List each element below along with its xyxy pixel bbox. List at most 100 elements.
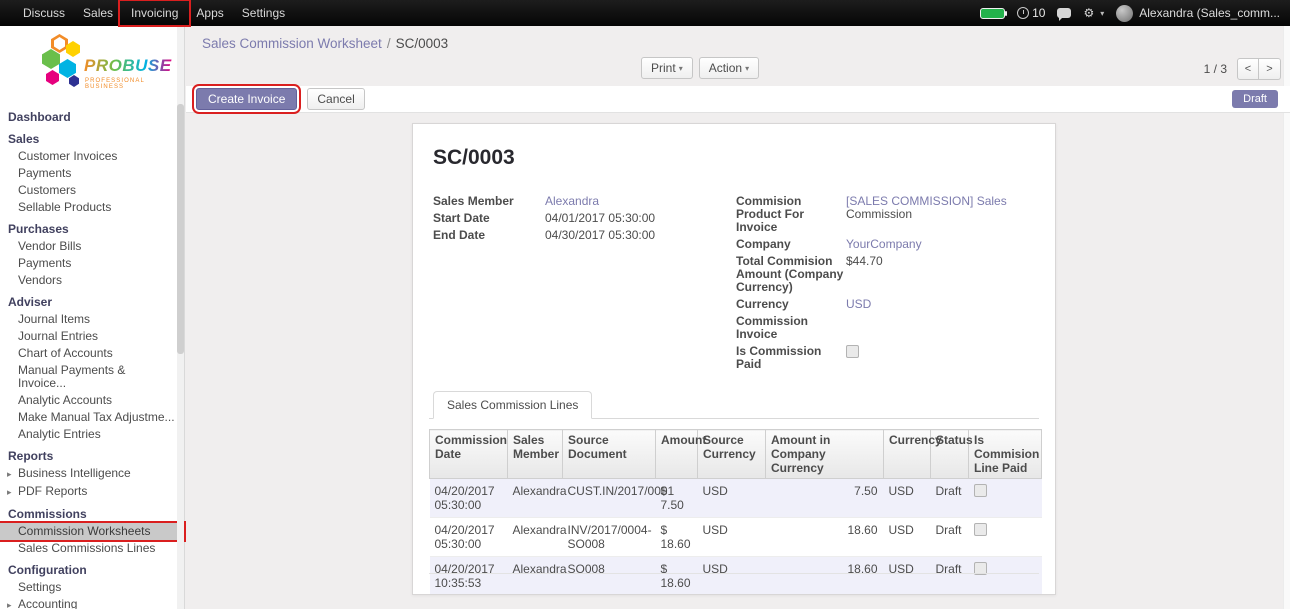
main-content: Sales Commission Worksheet/SC/0003 Print… [186, 26, 1290, 609]
column-header-is-commission-line-paid[interactable]: Is Commision Line Paid [969, 430, 1042, 479]
scrollbar-thumb[interactable] [177, 104, 184, 354]
status-badge: Draft [1232, 90, 1278, 108]
sidebar-section-adviser[interactable]: Adviser [0, 294, 184, 311]
sheet-divider [429, 573, 1039, 574]
tab-sales-commission-lines[interactable]: Sales Commission Lines [433, 391, 592, 419]
sidebar-section-commissions[interactable]: Commissions [0, 506, 184, 523]
pager: 1 / 3 < > [1204, 58, 1281, 80]
cancel-button[interactable]: Cancel [307, 88, 364, 110]
breadcrumb: Sales Commission Worksheet/SC/0003 [202, 36, 448, 51]
cell-amount: $ 18.60 [656, 518, 698, 557]
cell-status: Draft [931, 479, 969, 518]
sidebar-item-analytic-accounts[interactable]: Analytic Accounts [0, 392, 184, 409]
is-commission-paid-label: Is Commission Paid [736, 344, 846, 371]
cell-amount-company: 18.60 [766, 557, 884, 596]
action-button[interactable]: Action ▾ [699, 57, 759, 79]
record-title: SC/0003 [433, 146, 1039, 170]
column-header-status[interactable]: Status [931, 430, 969, 479]
logo-subtitle: PROFESSIONAL BUSINESS [85, 78, 184, 90]
column-header-sales-member[interactable]: Sales Member [508, 430, 563, 479]
cell-sales-member: Alexandra [508, 479, 563, 518]
sidebar-item-sales-commissions-lines[interactable]: Sales Commissions Lines [0, 540, 184, 557]
activity-menu[interactable]: 10 [1017, 6, 1045, 20]
commission-product-link[interactable]: [SALES COMMISSION] Sales [846, 194, 1007, 208]
sidebar-item-dashboard[interactable]: Dashboard [0, 109, 184, 126]
column-header-amount-company-currency[interactable]: Amount in Company Currency [766, 430, 884, 479]
sidebar-item-settings[interactable]: Settings [0, 579, 184, 596]
sidebar-item-journal-items[interactable]: Journal Items [0, 311, 184, 328]
sidebar-section-purchases[interactable]: Purchases [0, 221, 184, 238]
field-groups: Sales Member Alexandra Start Date 04/01/… [433, 194, 1039, 374]
commission-invoice-label: Commission Invoice [736, 314, 846, 341]
sidebar-section-configuration[interactable]: Configuration [0, 562, 184, 579]
sidebar-item-accounting[interactable]: ▸Accounting [0, 596, 184, 609]
debug-menu[interactable]: ⚙ ▾ [1083, 7, 1104, 19]
sidebar-item-analytic-entries[interactable]: Analytic Entries [0, 426, 184, 443]
pager-next-button[interactable]: > [1259, 58, 1281, 80]
sidebar-item-customer-invoices[interactable]: Customer Invoices [0, 148, 184, 165]
sidebar-item-commission-worksheets[interactable]: Commission Worksheets [0, 523, 184, 540]
menu-invoicing[interactable]: Invoicing [122, 3, 187, 23]
logo-hexagon [66, 41, 80, 57]
page-scrollbar[interactable] [1283, 26, 1290, 609]
cell-sales-member: Alexandra [508, 557, 563, 596]
sidebar-item-payments-sales[interactable]: Payments [0, 165, 184, 182]
sidebar-item-customers[interactable]: Customers [0, 182, 184, 199]
clock-icon [1017, 7, 1029, 19]
user-name: Alexandra (Sales_comm... [1139, 6, 1280, 20]
column-header-commission-date[interactable]: Commission Date [430, 430, 508, 479]
sidebar-item-business-intelligence[interactable]: ▸Business Intelligence [0, 465, 184, 483]
cell-source-document: INV/2017/0004-SO008 [563, 518, 656, 557]
sidebar-section-reports[interactable]: Reports [0, 448, 184, 465]
end-date-label: End Date [433, 228, 545, 242]
company-label: Company [736, 237, 846, 251]
cell-amount-company: 7.50 [766, 479, 884, 518]
probuse-logo-icon [42, 34, 82, 90]
caret-down-icon: ▾ [679, 64, 683, 73]
menu-discuss[interactable]: Discuss [14, 3, 74, 23]
sidebar-item-vendors[interactable]: Vendors [0, 272, 184, 289]
column-header-source-document[interactable]: Source Document [563, 430, 656, 479]
field-group-left: Sales Member Alexandra Start Date 04/01/… [433, 194, 736, 374]
sidebar-item-manual-payments-invoice[interactable]: Manual Payments & Invoice... [0, 362, 184, 392]
sidebar-item-pdf-reports[interactable]: ▸PDF Reports [0, 483, 184, 501]
cell-currency: USD [884, 479, 931, 518]
company-link[interactable]: YourCompany [846, 237, 1039, 251]
cell-amount-company: 18.60 [766, 518, 884, 557]
currency-link[interactable]: USD [846, 297, 1039, 311]
cell-currency: USD [884, 518, 931, 557]
systray: 10 ⚙ ▾ Alexandra (Sales_comm... [980, 5, 1290, 22]
sidebar-section-sales[interactable]: Sales [0, 131, 184, 148]
sidebar-item-sellable-products[interactable]: Sellable Products [0, 199, 184, 216]
sales-member-link[interactable]: Alexandra [545, 194, 736, 208]
menu-sales[interactable]: Sales [74, 3, 122, 23]
sidebar-item-vendor-bills[interactable]: Vendor Bills [0, 238, 184, 255]
cell-paid [969, 479, 1042, 518]
table-row[interactable]: 04/20/2017 05:30:00 Alexandra CUST.IN/20… [430, 479, 1042, 518]
table-row[interactable]: 04/20/2017 10:35:53 Alexandra SO008 $ 18… [430, 557, 1042, 596]
topbar: Discuss Sales Invoicing Apps Settings 10… [0, 0, 1290, 26]
breadcrumb-parent[interactable]: Sales Commission Worksheet [202, 36, 382, 51]
pager-previous-button[interactable]: < [1237, 58, 1259, 80]
sidebar-item-chart-of-accounts[interactable]: Chart of Accounts [0, 345, 184, 362]
create-invoice-button[interactable]: Create Invoice [196, 88, 297, 110]
currency-label: Currency [736, 297, 846, 311]
sidebar-scrollbar[interactable] [177, 26, 184, 609]
messages-icon[interactable] [1057, 8, 1071, 18]
sidebar-item-payments-purchases[interactable]: Payments [0, 255, 184, 272]
logo-hexagon [59, 59, 76, 78]
user-menu[interactable]: Alexandra (Sales_comm... [1116, 5, 1280, 22]
sidebar-item-journal-entries[interactable]: Journal Entries [0, 328, 184, 345]
form-sheet: SC/0003 Sales Member Alexandra Start Dat… [412, 123, 1056, 595]
column-header-currency[interactable]: Currency [884, 430, 931, 479]
avatar [1116, 5, 1133, 22]
print-button[interactable]: Print ▾ [641, 57, 693, 79]
sidebar-item-make-manual-tax-adjustments[interactable]: Make Manual Tax Adjustme... [0, 409, 184, 426]
column-header-source-currency[interactable]: Source Currency [698, 430, 766, 479]
table-row[interactable]: 04/20/2017 05:30:00 Alexandra INV/2017/0… [430, 518, 1042, 557]
battery-indicator-icon[interactable] [980, 8, 1005, 19]
caret-down-icon: ▾ [745, 64, 749, 73]
menu-apps[interactable]: Apps [187, 3, 232, 23]
column-header-amount[interactable]: Amount [656, 430, 698, 479]
menu-settings[interactable]: Settings [233, 3, 294, 23]
